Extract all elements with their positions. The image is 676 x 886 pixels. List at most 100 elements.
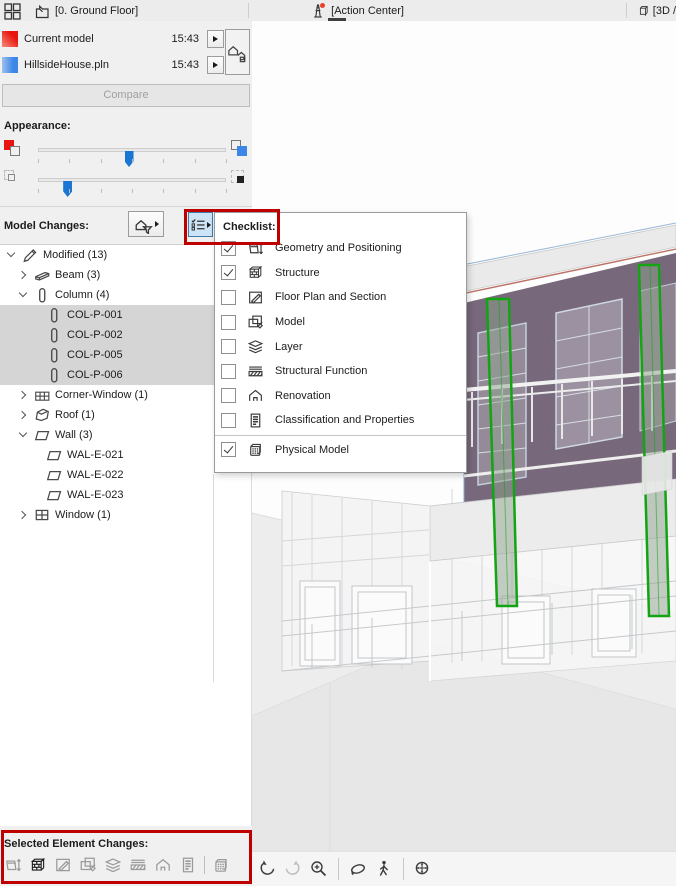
model-a-picker-button[interactable] (207, 30, 224, 48)
checklist-item-label: Layer (275, 340, 303, 353)
checkbox[interactable] (221, 265, 236, 281)
checklist-item-label: Physical Model (275, 443, 349, 456)
structural-function-icon (248, 366, 263, 377)
model-icon (248, 315, 263, 329)
floor-plan-section-icon (249, 291, 262, 304)
chevron-down-icon[interactable] (6, 249, 18, 261)
fit-in-window-icon[interactable] (413, 859, 433, 879)
model-b-color-swatch (2, 57, 18, 73)
viewport-toolbar (252, 851, 676, 886)
undo-icon[interactable] (257, 859, 277, 879)
walk-icon[interactable] (374, 859, 394, 879)
checkbox[interactable] (221, 442, 236, 458)
checklist-item-geometry[interactable]: Geometry and Positioning (215, 236, 466, 261)
zoom-in-icon[interactable] (309, 859, 329, 879)
checkbox[interactable] (221, 339, 236, 355)
checklist-item-label: Renovation (275, 389, 331, 402)
chevron-down-icon[interactable] (18, 289, 30, 301)
checkbox[interactable] (221, 412, 236, 428)
column-icon (51, 328, 58, 343)
tree-item-label: WAL-E-022 (67, 469, 124, 481)
tree-item-label: WAL-E-023 (67, 489, 124, 501)
checklist-item-renovation[interactable]: Renovation (215, 384, 466, 409)
solid-black-icon (231, 170, 251, 190)
arrow-right-icon (213, 62, 218, 68)
slider-track[interactable] (38, 178, 226, 197)
wall-icon (35, 430, 50, 441)
selected-element-changes-label: Selected Element Changes: (4, 838, 149, 850)
chevron-right-icon[interactable] (18, 509, 30, 521)
checkbox[interactable] (221, 388, 236, 404)
checklist-item-physical-model[interactable]: Physical Model (215, 434, 466, 464)
checklist-item-structure[interactable]: Structure (215, 261, 466, 286)
model-row-hillsidehouse[interactable]: HillsideHouse.pln 15:43 (2, 55, 224, 75)
separator (204, 856, 205, 874)
orbit-icon[interactable] (348, 859, 368, 879)
structure-icon (31, 858, 45, 871)
arrow-right-icon (154, 221, 159, 227)
checklist-dropdown-button[interactable] (188, 212, 213, 237)
checklist-icon (191, 218, 206, 231)
separator (338, 858, 339, 880)
model-filter-button[interactable] (128, 211, 164, 237)
tab-action-center[interactable]: [Action Center] (303, 0, 410, 21)
floor-plan-section-icon (56, 858, 70, 872)
layer-icon (248, 340, 263, 354)
column-icon (39, 288, 46, 303)
physical-model-icon (215, 858, 227, 872)
model-b-picker-button[interactable] (207, 56, 224, 74)
model-b-time: 15:43 (171, 59, 199, 71)
tree-item-label: Corner-Window (1) (55, 389, 148, 401)
checklist-item-label: Geometry and Positioning (275, 242, 402, 255)
cube-icon (639, 5, 648, 16)
model-a-time: 15:43 (171, 33, 199, 45)
selected-element-changes-section: Selected Element Changes: (0, 826, 252, 886)
checkbox[interactable] (221, 240, 236, 256)
tab-ground-floor-label: [0. Ground Floor] (55, 4, 139, 17)
column-icon (51, 308, 58, 323)
checkbox[interactable] (221, 363, 236, 379)
chevron-right-icon[interactable] (18, 269, 30, 281)
redo-icon[interactable] (283, 859, 303, 879)
swap-models-button[interactable] (225, 29, 250, 75)
chevron-right-icon[interactable] (18, 409, 30, 421)
tab-3d-label: [3D / (652, 4, 676, 17)
tree-item-label: COL-P-001 (67, 309, 123, 321)
appearance-slider-row-2 (0, 169, 252, 197)
tree-item-wal-e-023[interactable]: WAL-E-023 (0, 485, 252, 505)
renovation-icon (249, 390, 262, 402)
tree-item-label: Wall (3) (55, 429, 93, 441)
chevron-down-icon[interactable] (18, 429, 30, 441)
checklist-item-floor-plan-section[interactable]: Floor Plan and Section (215, 285, 466, 310)
slider-ticks (38, 189, 227, 194)
checklist-item-structural-function[interactable]: Structural Function (215, 359, 466, 384)
model-a-fill-icon (4, 140, 24, 160)
checklist-item-layer[interactable]: Layer (215, 334, 466, 359)
layer-icon (105, 858, 121, 873)
quad-views-icon[interactable] (4, 2, 22, 20)
tab-separator (248, 3, 250, 18)
change-type-indicator-row (4, 856, 230, 874)
tab-separator (626, 3, 627, 18)
appearance-slider-row-1 (0, 139, 252, 167)
tab-ground-floor[interactable]: [0. Ground Floor] (28, 0, 144, 21)
model-row-current[interactable]: Current model 15:43 (2, 29, 224, 49)
checklist-item-classification[interactable]: Classification and Properties (215, 408, 466, 433)
checklist-item-label: Structure (275, 266, 320, 279)
appearance-label: Appearance: (4, 120, 71, 132)
physical-model-icon (250, 444, 261, 457)
checklist-popup: Checklist: Geometry and Positioning Stru… (214, 212, 467, 473)
swap-houses-icon (228, 46, 246, 63)
checklist-item-label: Structural Function (275, 365, 368, 378)
tab-3d[interactable]: [3D / (630, 0, 676, 21)
tree-item-window[interactable]: Window (1) (0, 505, 252, 525)
column-icon (51, 368, 58, 383)
tree-item-label: WAL-E-021 (67, 449, 124, 461)
slider-track[interactable] (38, 148, 226, 167)
chevron-right-icon[interactable] (18, 389, 30, 401)
checkbox[interactable] (221, 314, 236, 330)
compare-button[interactable]: Compare (2, 84, 250, 107)
checklist-item-model[interactable]: Model (215, 310, 466, 335)
wall-icon (47, 450, 62, 461)
checkbox[interactable] (221, 289, 236, 305)
